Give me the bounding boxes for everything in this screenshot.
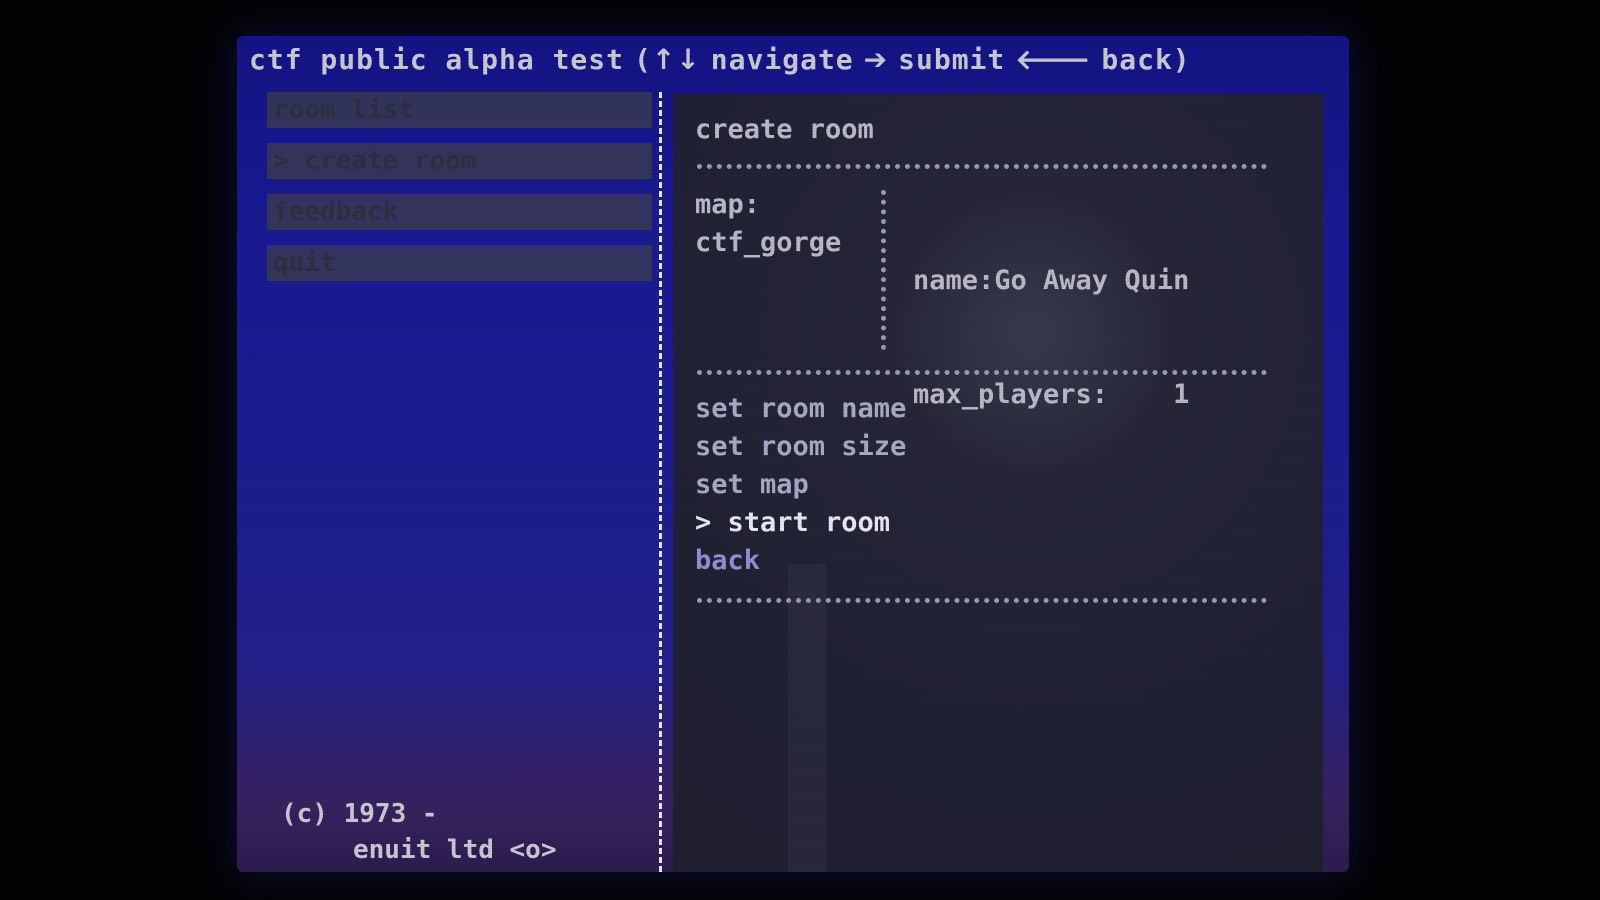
top-dashed-rule <box>697 164 1267 169</box>
menu-item-quit[interactable]: quit <box>267 245 652 281</box>
menu-item-create-room[interactable]: > create room <box>267 143 652 179</box>
game-title: ctf public alpha test <box>249 43 625 76</box>
crt-screen: ctf public alpha test (↑↓ navigate ➔ submit 🡐… <box>237 36 1349 872</box>
set-room-name-option[interactable]: set room name <box>695 390 906 428</box>
info-dotted-separator <box>881 190 886 350</box>
room-name-value: name:Go Away Quin <box>913 265 1190 296</box>
map-label: map: <box>695 189 761 220</box>
back-hint: back) <box>1101 43 1191 76</box>
map-info: map: ctf_gorge <box>695 186 841 262</box>
navigate-hint: navigate <box>710 43 854 76</box>
menu-item-room-list[interactable]: room list <box>267 92 652 128</box>
room-actions-menu: set room name set room size set map > st… <box>695 390 906 580</box>
right-arrow-icon: ➔ <box>863 43 889 76</box>
menu-item-feedback[interactable]: feedback <box>267 194 652 230</box>
copyright-notice: (c) 1973 - enuit ltd <o> <box>281 796 557 868</box>
left-arrow-icon: 🡐 <box>1015 43 1092 76</box>
vertical-divider <box>659 92 662 872</box>
hint-open-paren: ( <box>634 43 652 76</box>
main-menu: room list > create room feedback quit <box>267 92 652 296</box>
map-value: ctf_gorge <box>695 227 842 258</box>
max-players-value: max_players: 1 <box>913 379 1190 410</box>
middle-dashed-rule <box>697 370 1267 375</box>
room-info: name:Go Away Quin max_players: 1 <box>913 186 1189 490</box>
set-room-size-option[interactable]: set room size <box>695 428 906 466</box>
copyright-line-1: (c) 1973 - <box>281 799 438 829</box>
up-down-arrows-icon: ↑↓ <box>651 43 701 76</box>
bottom-dashed-rule <box>697 598 1267 603</box>
copyright-line-2: enuit ltd <o> <box>353 835 557 865</box>
submit-hint: submit <box>898 43 1006 76</box>
crt-ghost-artifact <box>788 564 826 872</box>
panel-title: create room <box>695 114 874 145</box>
create-room-panel: create room map: ctf_gorge name:Go Away … <box>673 94 1323 872</box>
set-map-option[interactable]: set map <box>695 466 906 504</box>
start-room-option[interactable]: > start room <box>695 504 906 542</box>
title-bar: ctf public alpha test (↑↓ navigate ➔ submit 🡐… <box>249 42 1201 76</box>
